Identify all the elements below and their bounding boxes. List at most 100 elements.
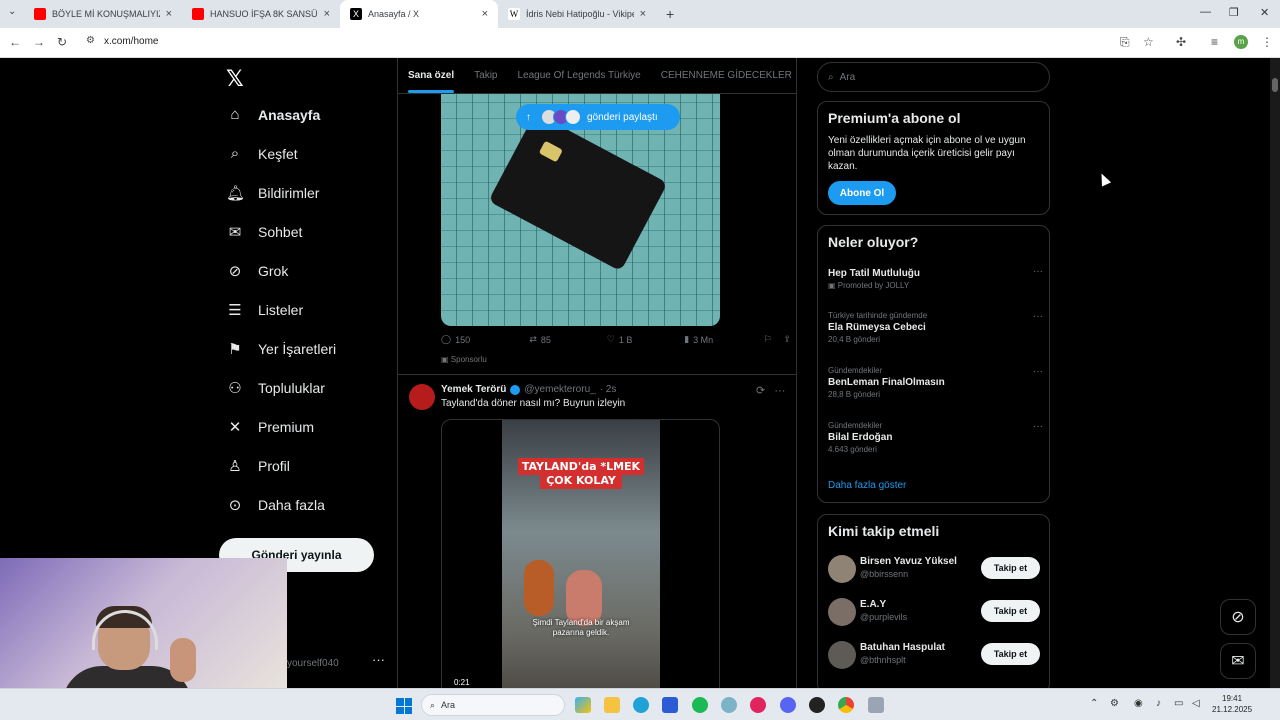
new-posts-pill[interactable]: ↑ gönderi paylaştı — [516, 104, 680, 130]
follow-name[interactable]: Birsen Yavuz Yüksel — [860, 556, 957, 567]
back-icon[interactable]: ← — [9, 35, 21, 49]
tab-search-chevron-icon[interactable]: ⌄ — [8, 6, 16, 17]
tweet-handle[interactable]: @yemekteroru_ — [524, 384, 595, 395]
install-app-icon[interactable]: ⎘ — [1120, 35, 1130, 50]
tray-app-icon[interactable]: ◉ — [1134, 698, 1143, 709]
browser-tab-1[interactable]: BÖYLE Mİ KONUŞMALIYIZ KON × — [24, 0, 182, 28]
nav-profile[interactable]: ♙ Profil — [226, 457, 290, 475]
copilot-icon[interactable] — [575, 697, 591, 713]
trend-item[interactable]: Hep Tatil Mutluluğu ▣ Promoted by JOLLY … — [828, 266, 1043, 290]
nav-premium[interactable]: ✕ Premium — [226, 418, 314, 436]
grok-fab-icon[interactable]: ⊘ — [1220, 599, 1256, 635]
follow-button[interactable]: Takip et — [981, 600, 1040, 622]
maximize-icon[interactable]: ❐ — [1229, 6, 1239, 19]
more-icon[interactable]: ··· — [1033, 366, 1043, 377]
tab-lol-turkiye[interactable]: League Of Legends Türkiye — [518, 70, 641, 81]
nav-home[interactable]: ⌂ Anasayfa — [226, 106, 320, 123]
network-icon[interactable]: ▭ — [1174, 698, 1183, 709]
reload-icon[interactable]: ↻ — [57, 35, 67, 49]
like-button[interactable]: ♡ 1 B — [607, 334, 684, 345]
follow-button[interactable]: Takip et — [981, 643, 1040, 665]
nav-grok[interactable]: ⊘ Grok — [226, 262, 289, 280]
tweet-avatar[interactable] — [409, 384, 435, 410]
tweet-author[interactable]: Yemek Terörü — [441, 384, 506, 395]
new-tab-button[interactable]: + — [656, 0, 686, 28]
nav-bookmarks[interactable]: ⚑ Yer İşaretleri — [226, 340, 336, 358]
trend-item[interactable]: Gündemdekiler Bilal Erdoğan 4.643 gönder… — [828, 421, 1043, 454]
nav-more[interactable]: ⊙ Daha fazla — [226, 496, 325, 514]
nav-messages[interactable]: ✉ Sohbet — [226, 223, 303, 241]
windows-start-icon[interactable] — [396, 698, 412, 714]
steam-icon[interactable] — [809, 697, 825, 713]
x-logo-icon[interactable]: 𝕏 — [226, 66, 244, 92]
tab-cehenneme[interactable]: CEHENNEME GİDECEKLER — [661, 70, 792, 81]
follow-name[interactable]: E.A.Y — [860, 599, 886, 610]
messages-fab-icon[interactable]: ✉ — [1220, 643, 1256, 679]
store-icon[interactable] — [662, 697, 678, 713]
settings-icon[interactable] — [721, 697, 737, 713]
tweet-video[interactable]: TAYLAND'da *LMEK ÇOK KOLAY Şimdi Tayland… — [441, 419, 720, 688]
media-control-icon[interactable]: ≡ — [1211, 35, 1218, 49]
edge-icon[interactable] — [633, 697, 649, 713]
account-handle[interactable]: yourself040 — [287, 658, 339, 669]
file-explorer-icon[interactable] — [604, 697, 620, 713]
microphone-icon[interactable]: ♪ — [1156, 698, 1161, 709]
media-player-icon[interactable] — [750, 697, 766, 713]
more-icon[interactable]: ··· — [774, 385, 785, 397]
follow-suggestion[interactable]: E.A.Y @purplevils Takip et — [828, 598, 1040, 628]
trend-item[interactable]: Türkiye tarihinde gündemde Ela Rümeysa C… — [828, 311, 1043, 344]
browser-tab-4[interactable]: W İdris Nebi Hatipoğlu - Vikipedi × — [498, 0, 656, 28]
reply-button[interactable]: ◯ 150 — [441, 334, 529, 345]
close-tab-icon[interactable]: × — [640, 8, 646, 20]
follow-button[interactable]: Takip et — [981, 557, 1040, 579]
bookmark-button[interactable]: ⚐ — [764, 334, 784, 345]
taskbar-search[interactable]: ⌕ Ara — [421, 694, 565, 716]
avatar[interactable] — [828, 598, 856, 626]
follow-suggestion[interactable]: Birsen Yavuz Yüksel @bbirssenn Takip et — [828, 555, 1040, 585]
extensions-icon[interactable]: ✣ — [1176, 35, 1186, 49]
page-scrollbar[interactable] — [1270, 58, 1280, 688]
close-window-icon[interactable]: ✕ — [1260, 6, 1269, 19]
account-more-icon[interactable]: ··· — [372, 652, 385, 667]
volume-icon[interactable]: ◁ — [1192, 698, 1200, 709]
avatar[interactable] — [828, 641, 856, 669]
more-icon[interactable]: ··· — [1033, 311, 1043, 322]
spotify-icon[interactable] — [692, 697, 708, 713]
nav-notifications[interactable]: 🔔︎ Bildirimler — [226, 184, 319, 202]
views-button[interactable]: ▮ 3 Mn — [684, 334, 763, 345]
browser-tab-2[interactable]: HANSUO İFŞA 8K SANSÜRSÜZ × — [182, 0, 340, 28]
site-info-icon[interactable]: ⚙ — [86, 35, 95, 46]
show-more-link[interactable]: Daha fazla göster — [828, 480, 906, 491]
share-button[interactable]: ⇪ — [783, 334, 791, 345]
close-tab-icon[interactable]: × — [166, 8, 172, 20]
profile-avatar[interactable]: m — [1234, 35, 1248, 49]
discord-icon[interactable] — [780, 697, 796, 713]
tray-app-icon[interactable]: ⚙ — [1110, 698, 1119, 709]
more-icon[interactable]: ··· — [1033, 266, 1043, 277]
tweet-time[interactable]: · 2s — [600, 384, 617, 395]
follow-suggestion[interactable]: Batuhan Haspulat @bthnhsplt Takip et — [828, 641, 1040, 671]
taskbar-clock[interactable]: 19:41 21.12.2025 — [1212, 693, 1252, 715]
search-input[interactable]: ⌕ Ara — [817, 62, 1050, 92]
more-icon[interactable]: ··· — [1033, 421, 1043, 432]
follow-name[interactable]: Batuhan Haspulat — [860, 642, 945, 653]
repost-button[interactable]: ⇄ 85 — [529, 334, 606, 345]
trend-item[interactable]: Gündemdekiler BenLeman FinalOlmasın 28,8… — [828, 366, 1043, 399]
forward-icon[interactable]: → — [33, 35, 45, 49]
minimize-icon[interactable]: — — [1200, 6, 1211, 18]
close-tab-icon[interactable]: × — [324, 8, 330, 20]
tab-following[interactable]: Takip — [474, 70, 497, 81]
nav-communities[interactable]: ⚇ Topluluklar — [226, 379, 325, 397]
browser-menu-icon[interactable]: ⋮ — [1261, 35, 1273, 49]
tray-chevron-icon[interactable]: ⌃ — [1090, 698, 1098, 709]
browser-tab-3-active[interactable]: X Anasayfa / X × — [340, 0, 498, 28]
tab-for-you[interactable]: Sana özel — [408, 70, 455, 93]
url-field[interactable]: x.com/home — [104, 36, 158, 47]
subscribe-button[interactable]: Abone Ol — [828, 181, 896, 205]
grok-explain-icon[interactable]: ⟳ — [756, 385, 765, 397]
close-tab-icon[interactable]: × — [482, 8, 488, 20]
calculator-icon[interactable] — [868, 697, 884, 713]
scrollbar-thumb[interactable] — [1272, 78, 1278, 92]
nav-explore[interactable]: ⌕ Keşfet — [226, 145, 298, 162]
avatar[interactable] — [828, 555, 856, 583]
